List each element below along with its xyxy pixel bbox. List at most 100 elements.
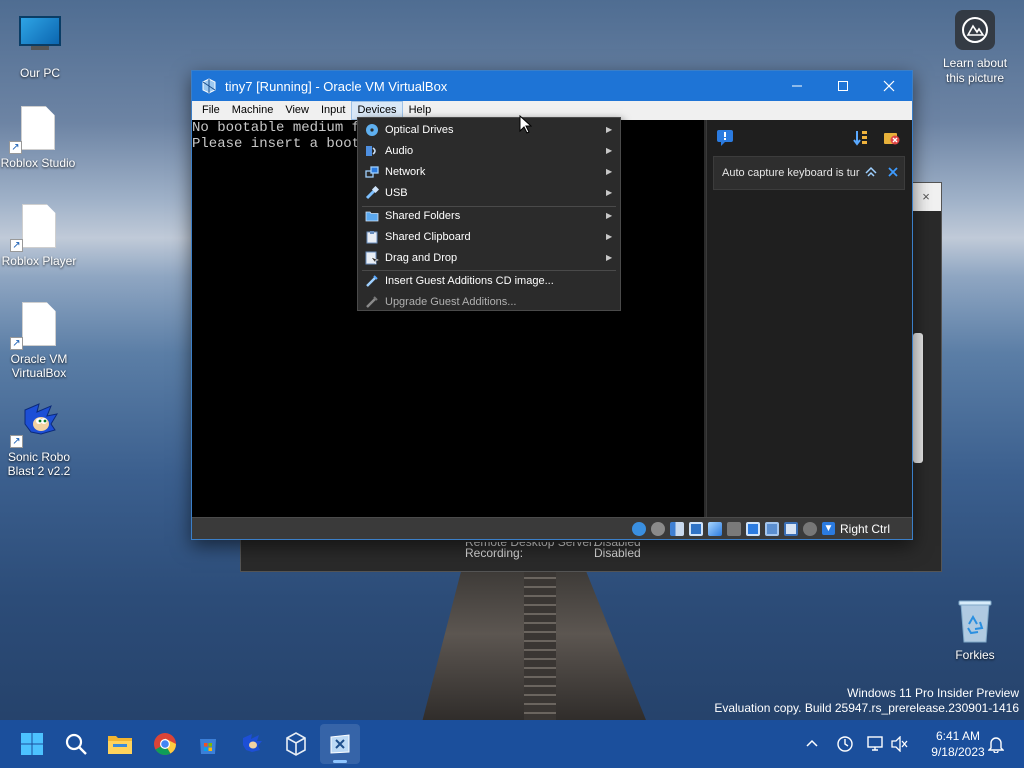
desktop-icon-forkies[interactable]: Forkies [935,598,1015,662]
desktop-icon-label: Roblox Studio [0,156,76,170]
cpu-icon[interactable] [783,521,798,536]
hard-disk-icon[interactable] [631,521,646,536]
file-explorer-button[interactable] [100,724,140,764]
recycle-bin-icon [953,598,997,644]
close-icon [888,166,898,177]
volume-muted-icon [891,736,908,752]
collapse-icon [865,166,877,177]
arrow-down-icon: ▼ [821,522,835,535]
notifications-button[interactable] [984,720,1008,768]
file-icon: ↗ [9,106,60,154]
start-button[interactable] [12,724,52,764]
menu-item-usb[interactable]: USB ▶ [358,182,620,203]
optical-drive-icon[interactable] [650,521,665,536]
notification-center-button[interactable] [715,128,735,148]
menu-item-upgrade-guest-additions[interactable]: Upgrade Guest Additions... [358,291,620,312]
network-icon[interactable] [688,521,703,536]
usb-icon[interactable] [707,521,722,536]
clear-notifications-button[interactable] [881,128,901,148]
submenu-arrow-icon: ▶ [606,232,613,241]
audio-icon[interactable] [669,521,684,536]
chrome-icon [154,733,176,755]
search-button[interactable] [56,724,96,764]
close-button[interactable] [866,71,912,101]
usb-icon [364,185,380,201]
menu-item-shared-clipboard[interactable]: Shared Clipboard ▶ [358,226,620,247]
notification-pin-button[interactable] [860,166,882,181]
mouse-cursor-icon [519,114,533,137]
mouse-integration-icon[interactable] [802,521,817,536]
file-explorer-icon [108,736,132,754]
clipboard-icon [364,229,380,245]
watermark-line: Evaluation copy. Build 25947.rs_prerelea… [714,701,1019,715]
shortcut-arrow-icon: ↗ [9,141,22,154]
virtualbox-vm-button[interactable] [320,724,360,764]
notification-item: Auto capture keyboard is turned on [713,156,905,190]
maximize-icon [838,81,848,91]
desktop-icon-label: Roblox Player [1,254,77,268]
virtualbox-manager-button[interactable] [276,724,316,764]
tray-app-button[interactable] [832,720,858,768]
menu-item-shared-folders[interactable]: Shared Folders ▶ [358,205,620,226]
submenu-arrow-icon: ▶ [606,125,613,134]
audio-icon [364,143,380,159]
desktop-icon-oracle-vm-virtualbox[interactable]: ↗ Oracle VM VirtualBox [0,302,79,380]
camera-lens-icon [955,10,995,50]
notification-close-button[interactable] [882,166,904,181]
sort-icon [853,131,867,146]
display-icon[interactable] [745,521,760,536]
maximize-button[interactable] [820,71,866,101]
shortcut-arrow-icon: ↗ [10,239,23,252]
host-key-indicator[interactable]: ▼ Right Ctrl [821,522,890,536]
menu-file[interactable]: File [196,101,226,120]
devices-dropdown-menu: Optical Drives ▶ Audio ▶ Network ▶ USB ▶… [357,117,621,311]
desktop-icon-sonic-robo-blast[interactable]: ↗ Sonic Robo Blast 2 v2.2 [0,400,79,478]
file-icon: ↗ [10,204,61,252]
show-hidden-icons-button[interactable] [800,720,824,768]
desktop-icon-our-pc[interactable]: Our PC [0,10,80,80]
title-bar[interactable]: tiny7 [Running] - Oracle VM VirtualBox [192,71,912,101]
learn-about-picture-label: Learn about this picture [942,56,1008,85]
guest-additions-icon [364,294,380,310]
network-status-button[interactable] [864,720,888,768]
submenu-arrow-icon: ▶ [606,146,613,155]
close-icon[interactable]: × [911,183,941,211]
menu-item-network[interactable]: Network ▶ [358,161,620,182]
menu-input[interactable]: Input [315,101,351,120]
chrome-button[interactable] [145,724,185,764]
virtualbox-icon [286,732,306,756]
store-icon [200,739,216,754]
detail-label: Recording: [465,546,524,560]
volume-button[interactable] [888,720,912,768]
taskbar: 6:41 AM 9/18/2023 [0,720,1024,768]
menu-item-insert-guest-additions[interactable]: Insert Guest Additions CD image... [358,270,620,291]
sonic-taskbar-button[interactable] [232,724,272,764]
scrollbar[interactable] [913,333,923,463]
submenu-arrow-icon: ▶ [606,253,613,262]
menu-item-optical-drives[interactable]: Optical Drives ▶ [358,119,620,140]
menu-machine[interactable]: Machine [226,101,280,120]
sort-button[interactable] [851,128,871,148]
message-icon [717,130,733,146]
submenu-arrow-icon: ▶ [606,211,613,220]
submenu-arrow-icon: ▶ [606,167,613,176]
desktop-icon-roblox-studio[interactable]: ↗ Roblox Studio [0,106,78,170]
minimize-button[interactable] [774,71,820,101]
menu-item-drag-and-drop[interactable]: Drag and Drop ▶ [358,247,620,268]
desktop-icon-roblox-player[interactable]: ↗ Roblox Player [0,204,79,268]
virtualbox-vm-icon [330,734,350,754]
clear-all-icon [884,133,900,145]
desktop-icon-label: Our PC [19,66,60,80]
watermark-line: Windows 11 Pro Insider Preview [847,686,1019,700]
window-title: tiny7 [Running] - Oracle VM VirtualBox [225,78,448,94]
menu-item-audio[interactable]: Audio ▶ [358,140,620,161]
file-icon: ↗ [10,302,61,350]
learn-about-picture[interactable]: Learn about this picture [937,10,1013,86]
store-button[interactable] [188,724,228,764]
guest-additions-icon [364,273,380,289]
shared-folder-icon[interactable] [726,521,741,536]
recording-icon[interactable] [764,521,779,536]
virtualbox-icon [201,78,217,94]
bell-icon [988,737,1004,753]
menu-view[interactable]: View [279,101,315,120]
